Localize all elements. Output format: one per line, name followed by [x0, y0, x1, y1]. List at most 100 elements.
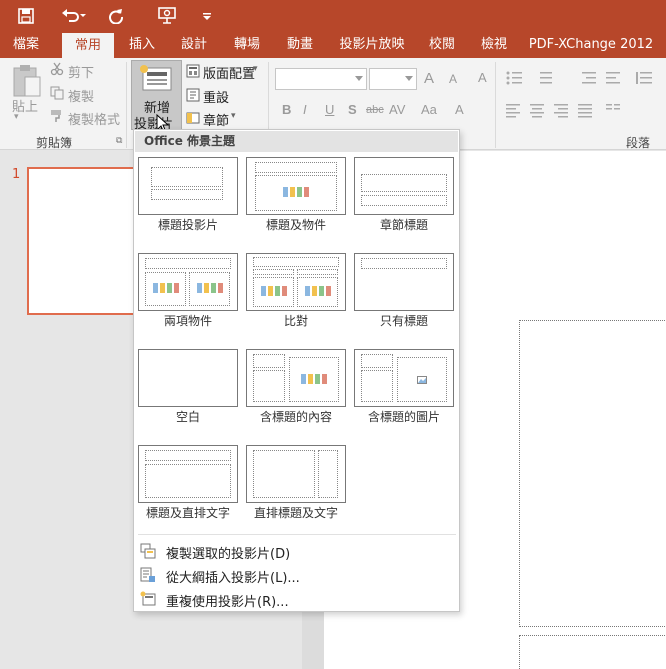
save-icon: [18, 8, 34, 24]
align-icon[interactable]: [506, 102, 656, 118]
outline-icon: [140, 567, 155, 582]
shadow-button[interactable]: S: [348, 102, 357, 117]
duplicate-slides-menu-item[interactable]: 複製選取的投影片(D): [134, 540, 459, 562]
duplicate-slides-icon: [140, 543, 156, 559]
tab-transitions[interactable]: 轉場: [225, 32, 269, 58]
clear-format-button[interactable]: A: [478, 70, 487, 85]
customize-qat-button[interactable]: [196, 0, 218, 32]
content-icons: [261, 286, 287, 298]
menu-item-label: 複製選取的投影片(D): [166, 547, 291, 562]
layout-section-header[interactable]: [354, 157, 454, 215]
layout-title-vertical-text[interactable]: [138, 445, 238, 503]
cut-icon: [50, 62, 64, 79]
layout-label: 標題及直排文字: [145, 506, 230, 520]
bullets-icon[interactable]: [506, 70, 656, 86]
grow-font-button[interactable]: A: [424, 70, 434, 87]
tab-pdf-xchange[interactable]: PDF-XChange 2012: [528, 32, 654, 58]
layout-label: 兩項物件: [163, 314, 212, 328]
slide-number: 1: [12, 167, 21, 182]
group-separator: [495, 62, 496, 148]
layout-vertical-title-text[interactable]: [246, 445, 346, 503]
layout-comparison[interactable]: [246, 253, 346, 311]
layout-icon: [186, 64, 200, 81]
tab-design[interactable]: 設計: [172, 32, 216, 58]
reuse-slides-menu-item[interactable]: 重複使用投影片(R)...: [134, 588, 459, 610]
new-slide-layout-gallery: Office 佈景主題 標題投影片 標題及物件 章節標題 兩項物件 比對 只有標: [133, 129, 460, 612]
tab-view[interactable]: 檢視: [472, 32, 516, 58]
title-bar: [0, 0, 666, 32]
copy-icon: [50, 86, 64, 103]
layout-picture-with-caption[interactable]: [354, 349, 454, 407]
clipboard-group-label: 剪貼簿: [36, 136, 73, 150]
paragraph-group-label: 段落: [626, 136, 651, 150]
chevron-down-icon: ▾: [14, 112, 19, 122]
placeholder-box[interactable]: [519, 320, 666, 627]
layout-label: 只有標題: [379, 314, 428, 328]
layout-label: 標題投影片: [157, 218, 218, 232]
underline-button[interactable]: U: [325, 102, 334, 117]
font-size-combo[interactable]: [369, 68, 417, 90]
layout-button[interactable]: 版面配置: [203, 63, 255, 82]
font-color-button[interactable]: A: [455, 102, 464, 117]
undo-button[interactable]: [54, 0, 94, 32]
layout-label: 比對: [283, 314, 308, 328]
change-case-button[interactable]: Aa: [421, 102, 437, 117]
paste-icon: [13, 65, 41, 97]
menu-separator: [138, 534, 456, 535]
layout-label: 直排標題及文字: [253, 506, 338, 520]
layout-label: 標題及物件: [265, 218, 326, 232]
slides-from-outline-menu-item[interactable]: 從大綱插入投影片(L)...: [134, 564, 459, 586]
layout-label: 章節標題: [379, 218, 428, 232]
new-slide-icon: [140, 65, 172, 91]
chevron-down-icon: ▾: [231, 111, 236, 121]
cut-button[interactable]: 剪下: [68, 62, 94, 81]
layout-title-content[interactable]: [246, 157, 346, 215]
reuse-slides-icon: [140, 591, 156, 606]
ribbon-tabs: 檔案 常用 插入 設計 轉場 動畫 投影片放映 校閱 檢視 PDF-XChang…: [0, 32, 666, 58]
reset-icon: [186, 88, 200, 105]
group-separator: [126, 62, 127, 148]
font-name-combo[interactable]: [275, 68, 367, 90]
tab-slideshow[interactable]: 投影片放映: [333, 32, 411, 58]
present-from-beginning-button[interactable]: [150, 0, 184, 32]
format-painter-button[interactable]: 複製格式: [68, 109, 120, 128]
menu-item-label: 重複使用投影片(R)...: [166, 595, 289, 610]
chevron-down-icon: ▾: [253, 64, 258, 74]
section-button[interactable]: 章節: [203, 110, 229, 129]
present-from-beginning-icon: [158, 7, 176, 24]
layout-blank[interactable]: [138, 349, 238, 407]
layout-title-only[interactable]: [354, 253, 454, 311]
tab-home[interactable]: 常用: [62, 33, 114, 58]
format-painter-icon: [50, 109, 64, 126]
paste-button[interactable]: [12, 64, 42, 98]
picture-icon: [417, 376, 427, 384]
content-icons: [283, 187, 309, 199]
bold-button[interactable]: B: [282, 102, 291, 117]
save-button[interactable]: [6, 0, 46, 32]
content-icons: [301, 374, 327, 386]
section-icon: [186, 111, 200, 128]
tab-review[interactable]: 校閱: [420, 32, 464, 58]
character-spacing-button[interactable]: AV: [389, 102, 405, 117]
redo-button[interactable]: [100, 0, 132, 32]
copy-button[interactable]: 複製: [68, 86, 94, 105]
dialog-launcher-icon[interactable]: ⧉: [116, 136, 122, 146]
layout-two-content[interactable]: [138, 253, 238, 311]
layout-title-slide[interactable]: [138, 157, 238, 215]
italic-button[interactable]: I: [303, 102, 307, 117]
layout-label: 含標題的圖片: [367, 410, 440, 424]
gallery-header: Office 佈景主題: [135, 131, 458, 152]
redo-icon: [109, 9, 123, 24]
shrink-font-button[interactable]: A: [449, 72, 457, 86]
customize-qat-icon: [203, 13, 211, 20]
tab-file[interactable]: 檔案: [4, 32, 48, 58]
placeholder-box[interactable]: [519, 635, 666, 669]
layout-label: 空白: [175, 410, 200, 424]
strikethrough-button[interactable]: abc: [366, 104, 384, 116]
undo-icon: [62, 9, 86, 22]
tab-animations[interactable]: 動畫: [278, 32, 322, 58]
tab-insert[interactable]: 插入: [120, 32, 164, 58]
layout-label: 含標題的內容: [259, 410, 332, 424]
layout-content-with-caption[interactable]: [246, 349, 346, 407]
reset-button[interactable]: 重設: [203, 87, 229, 106]
